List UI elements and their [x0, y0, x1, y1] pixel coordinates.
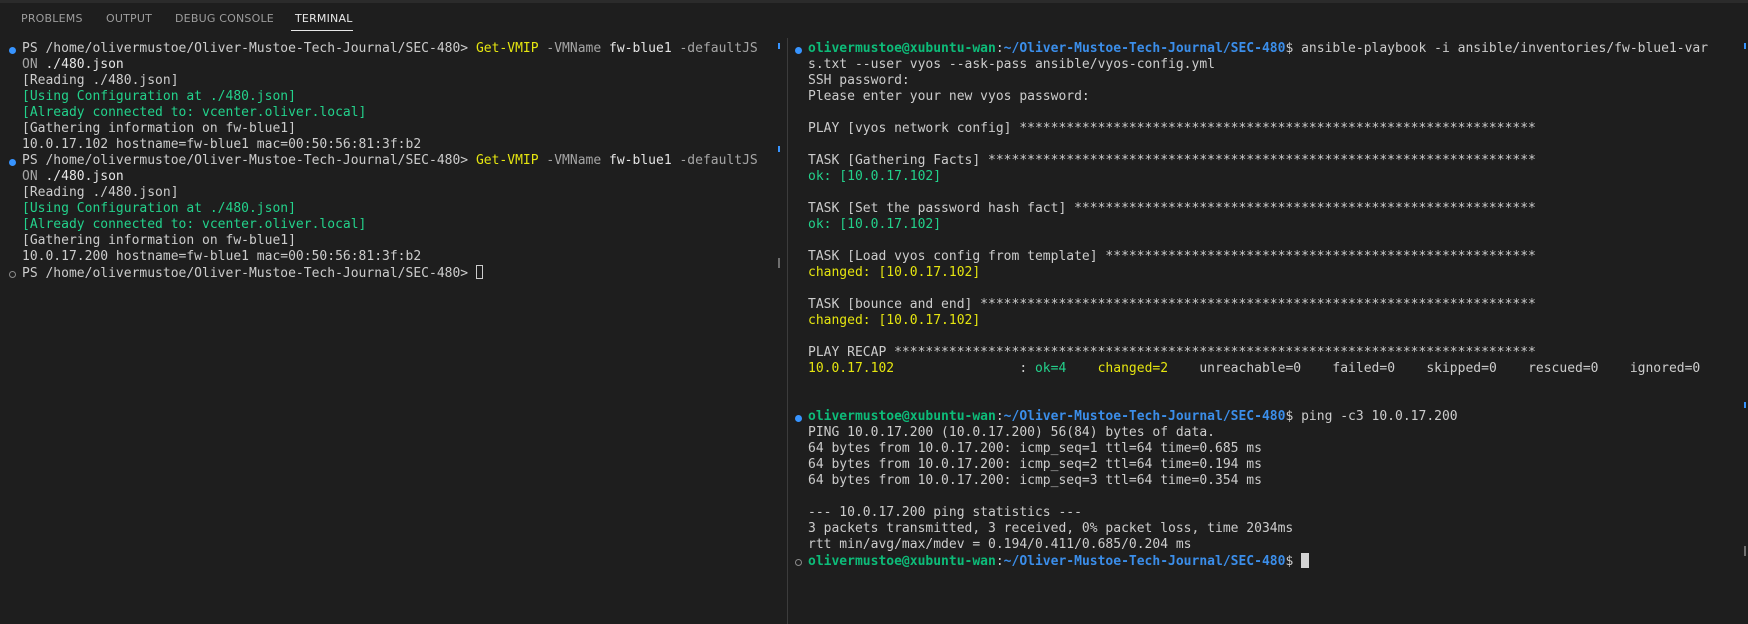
command-pending-marker[interactable] — [795, 559, 802, 566]
recap-host: 10.0.17.102 — [808, 361, 895, 376]
output-line: SSH password: — [808, 73, 910, 88]
cmd-name: Get-VMIP — [475, 153, 539, 168]
cmd-value: ./480.json — [37, 57, 124, 72]
tab-terminal[interactable]: TERMINAL — [295, 12, 353, 25]
ps-prompt: PS /home/olivermustoe/Oliver-Mustoe-Tech… — [22, 266, 476, 281]
command-line: olivermustoe@xubuntu-wan:~/Oliver-Mustoe… — [808, 41, 1708, 57]
cmd-value: fw-blue1 — [601, 153, 672, 168]
scrollbar-marker[interactable] — [1744, 546, 1746, 556]
output-line: Please enter your new vyos password: — [808, 89, 1090, 104]
cmd-param: -VMName — [538, 41, 602, 56]
terminal-right[interactable]: olivermustoe@xubuntu-wan:~/Oliver-Mustoe… — [788, 38, 1748, 624]
prompt-path: ~/Oliver-Mustoe-Tech-Journal/SEC-480 — [1003, 554, 1286, 569]
task-result: ok: [10.0.17.102] — [808, 169, 942, 184]
scrollbar-marker[interactable] — [778, 146, 780, 152]
prompt-separator: : — [995, 409, 1004, 424]
prompt-user-host: olivermustoe@xubuntu-wan — [808, 41, 996, 56]
output-line: [Already connected to: vcenter.oliver.lo… — [22, 105, 367, 120]
tab-debug-console[interactable]: DEBUG CONSOLE — [175, 12, 274, 25]
prompt-dollar: $ — [1285, 41, 1302, 56]
command-line: PS /home/olivermustoe/Oliver-Mustoe-Tech… — [22, 153, 758, 169]
command-line: PS /home/olivermustoe/Oliver-Mustoe-Tech… — [22, 41, 758, 57]
ps-prompt: PS /home/olivermustoe/Oliver-Mustoe-Tech… — [22, 41, 476, 56]
scrollbar-marker[interactable] — [1744, 43, 1746, 49]
output-line: 10.0.17.200 hostname=fw-blue1 mac=00:50:… — [22, 249, 422, 264]
task-result: changed: [10.0.17.102] — [808, 265, 981, 280]
task-header: TASK [bounce and end] ******************… — [808, 297, 1536, 312]
terminal-left[interactable]: PS /home/olivermustoe/Oliver-Mustoe-Tech… — [0, 38, 787, 624]
output-line: [Gathering information on fw-blue1] — [22, 233, 296, 248]
panel-tab-bar: PROBLEMS OUTPUT DEBUG CONSOLE TERMINAL — [0, 3, 1748, 38]
prompt-dollar: $ — [1285, 554, 1302, 569]
recap-line: 10.0.17.102 : ok=4 changed=2 unreachable… — [808, 361, 1700, 377]
output-line: --- 10.0.17.200 ping statistics --- — [808, 505, 1082, 520]
recap-ok: ok=4 — [1034, 361, 1067, 376]
prompt-line[interactable]: olivermustoe@xubuntu-wan:~/Oliver-Mustoe… — [808, 553, 1310, 569]
output-line: 64 bytes from 10.0.17.200: icmp_seq=2 tt… — [808, 457, 1262, 472]
output-line: [Gathering information on fw-blue1] — [22, 121, 296, 136]
output-line: [Reading ./480.json] — [22, 73, 179, 88]
command-line: olivermustoe@xubuntu-wan:~/Oliver-Mustoe… — [808, 409, 1458, 425]
prompt-line[interactable]: PS /home/olivermustoe/Oliver-Mustoe-Tech… — [22, 265, 483, 281]
active-tab-indicator — [291, 30, 353, 31]
command-line-wrap: ON ./480.json — [22, 57, 124, 73]
scrollbar-marker[interactable] — [778, 258, 780, 268]
prompt-separator: : — [995, 41, 1004, 56]
terminal-cursor — [1301, 553, 1310, 568]
play-header: PLAY [vyos network config] *************… — [808, 121, 1536, 136]
recap-header: PLAY RECAP *****************************… — [808, 345, 1536, 360]
tab-problems[interactable]: PROBLEMS — [21, 12, 83, 25]
command-line-wrap: ON ./480.json — [22, 169, 124, 185]
task-header: TASK [Load vyos config from template] **… — [808, 249, 1536, 264]
prompt-user-host: olivermustoe@xubuntu-wan — [808, 554, 996, 569]
output-line: [Using Configuration at ./480.json] — [22, 89, 296, 104]
prompt-dollar: $ — [1285, 409, 1302, 424]
terminal-cursor — [475, 265, 483, 279]
output-line: 64 bytes from 10.0.17.200: icmp_seq=1 tt… — [808, 441, 1262, 456]
recap-changed: changed=2 — [1066, 361, 1169, 376]
cmd-param: ON — [22, 169, 38, 184]
task-result: ok: [10.0.17.102] — [808, 217, 942, 232]
cmd-param: -VMName — [538, 153, 602, 168]
command-success-marker[interactable] — [9, 159, 16, 166]
task-header: TASK [Gathering Facts] *****************… — [808, 153, 1536, 168]
output-line: 10.0.17.102 hostname=fw-blue1 mac=00:50:… — [22, 137, 422, 152]
output-line: rtt min/avg/max/mdev = 0.194/0.411/0.685… — [808, 537, 1192, 552]
output-line: [Already connected to: vcenter.oliver.lo… — [22, 217, 367, 232]
output-line: PING 10.0.17.200 (10.0.17.200) 56(84) by… — [808, 425, 1215, 440]
cmd-value: fw-blue1 — [601, 41, 672, 56]
output-line: 3 packets transmitted, 3 received, 0% pa… — [808, 521, 1294, 536]
prompt-path: ~/Oliver-Mustoe-Tech-Journal/SEC-480 — [1003, 409, 1286, 424]
recap-colon: : — [894, 361, 1035, 376]
prompt-separator: : — [995, 554, 1004, 569]
command-success-marker[interactable] — [795, 415, 802, 422]
cmd-name: Get-VMIP — [475, 41, 539, 56]
command-pending-marker[interactable] — [9, 271, 16, 278]
recap-rest: unreachable=0 failed=0 skipped=0 rescued… — [1168, 361, 1701, 376]
output-line: [Reading ./480.json] — [22, 185, 179, 200]
cmd-param: ON — [22, 57, 38, 72]
cmd-text: ansible-playbook -i ansible/inventories/… — [1301, 41, 1709, 56]
prompt-path: ~/Oliver-Mustoe-Tech-Journal/SEC-480 — [1003, 41, 1286, 56]
output-line: [Using Configuration at ./480.json] — [22, 201, 296, 216]
prompt-user-host: olivermustoe@xubuntu-wan — [808, 409, 996, 424]
scrollbar-marker[interactable] — [778, 43, 780, 49]
task-header: TASK [Set the password hash fact] ******… — [808, 201, 1536, 216]
cmd-param: -defaultJS — [671, 41, 758, 56]
ps-prompt: PS /home/olivermustoe/Oliver-Mustoe-Tech… — [22, 153, 476, 168]
output-line: 64 bytes from 10.0.17.200: icmp_seq=3 tt… — [808, 473, 1262, 488]
tab-output[interactable]: OUTPUT — [106, 12, 152, 25]
scrollbar-marker[interactable] — [1744, 402, 1746, 408]
command-success-marker[interactable] — [9, 47, 16, 54]
cmd-param: -defaultJS — [671, 153, 758, 168]
cmd-text: ping -c3 10.0.17.200 — [1301, 409, 1458, 424]
cmd-value: ./480.json — [37, 169, 124, 184]
task-result: changed: [10.0.17.102] — [808, 313, 981, 328]
command-success-marker[interactable] — [795, 47, 802, 54]
command-line-wrap: s.txt --user vyos --ask-pass ansible/vyo… — [808, 57, 1215, 72]
